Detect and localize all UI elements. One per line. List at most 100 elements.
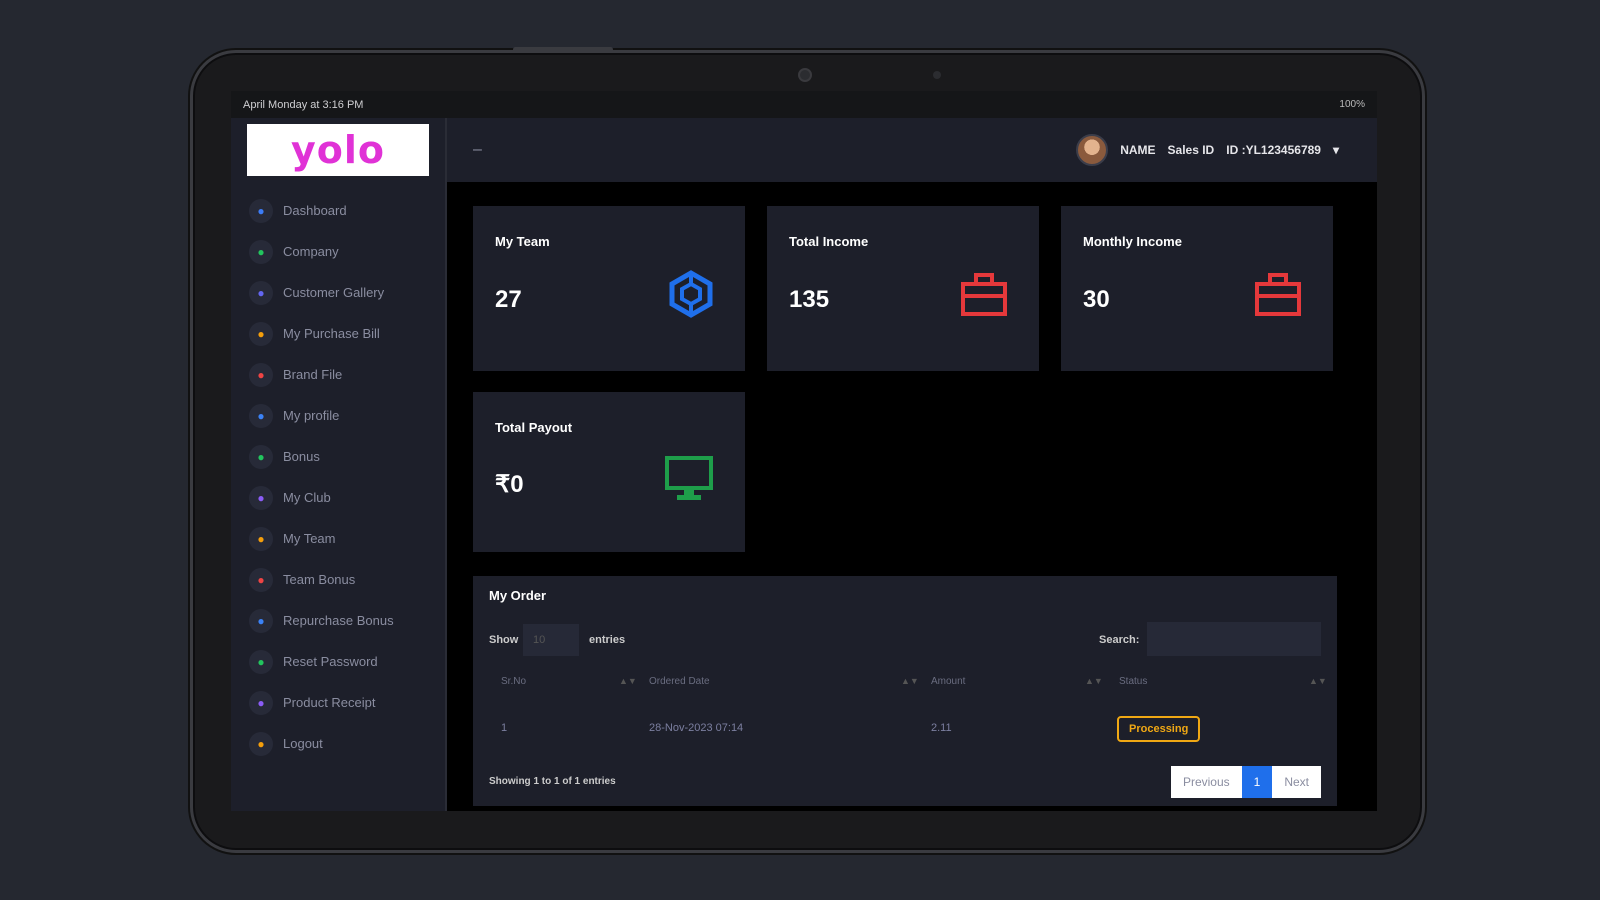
sidebar-item-my-purchase-bill[interactable]: ● My Purchase Bill — [231, 313, 445, 354]
main-content: – NAME Sales ID ID :YL123456789 ▾ My Tea… — [447, 118, 1377, 811]
sidebar-item-label: Dashboard — [283, 203, 347, 218]
user-id: ID :YL123456789 — [1226, 143, 1321, 157]
pagination: Previous 1 Next — [1170, 766, 1321, 798]
previous-button[interactable]: Previous — [1170, 766, 1242, 798]
column-header[interactable]: Amount — [931, 676, 965, 687]
sidebar-item-label: Bonus — [283, 449, 320, 464]
entries-label: entries — [589, 634, 626, 646]
bell-icon: ● — [249, 321, 273, 346]
sidebar-item-label: Team Bonus — [283, 572, 356, 587]
card-total-income[interactable]: Total Income 135 — [767, 206, 1039, 371]
battery-indicator: 100% — [1339, 99, 1365, 110]
briefcase-icon — [1253, 270, 1303, 323]
screen: April Monday at 3:16 PM 100% yolo ● Dashb… — [231, 91, 1377, 811]
sort-icon[interactable]: ▲▼ — [619, 676, 637, 686]
column-header[interactable]: Status — [1119, 676, 1147, 687]
sidebar-item-logout[interactable]: ● Logout — [231, 723, 445, 764]
card-my-team[interactable]: My Team 27 — [473, 206, 745, 371]
lock-icon: ● — [249, 649, 273, 674]
status-badge: Processing — [1117, 716, 1201, 742]
card-title: My Team — [495, 234, 550, 249]
sidebar-item-bonus[interactable]: ● Bonus — [231, 436, 445, 477]
user-menu[interactable]: NAME Sales ID ID :YL123456789 ▾ — [1076, 134, 1351, 166]
orders-panel: My Order Show 10 entries Search: Sr.No ▲… — [473, 576, 1337, 806]
cube-icon — [667, 270, 715, 323]
sidebar-item-label: My Purchase Bill — [283, 326, 380, 341]
team-icon: ● — [249, 526, 273, 551]
user-role: Sales ID — [1167, 143, 1215, 157]
sidebar-item-label: Product Receipt — [283, 695, 376, 710]
brand-logo[interactable]: yolo — [247, 124, 429, 176]
sidebar-item-team-bonus[interactable]: ● Team Bonus — [231, 559, 445, 600]
search-input[interactable] — [1147, 622, 1321, 656]
sidebar-item-dashboard[interactable]: ● Dashboard — [231, 190, 445, 231]
sidebar-item-my-club[interactable]: ● My Club — [231, 477, 445, 518]
bonus-icon: ● — [249, 567, 273, 592]
user-icon: ● — [249, 403, 273, 428]
sidebar-item-label: Company — [283, 244, 339, 259]
monitor-icon — [663, 454, 715, 507]
table-info: Showing 1 to 1 of 1 entries — [489, 776, 616, 787]
tree-icon: ● — [249, 239, 273, 264]
column-header[interactable]: Sr.No — [501, 676, 526, 687]
sidebar-item-label: Logout — [283, 736, 323, 751]
sidebar-item-brand-file[interactable]: ● Brand File — [231, 354, 445, 395]
next-button[interactable]: Next — [1272, 766, 1321, 798]
sort-icon[interactable]: ▲▼ — [901, 676, 919, 686]
cell-amount: 2.11 — [931, 722, 952, 734]
card-value: 30 — [1083, 286, 1110, 313]
column-header[interactable]: Ordered Date — [649, 676, 710, 687]
app-shell: yolo ● Dashboard ● Company ● Customer Gallery… — [231, 118, 1377, 811]
sort-icon[interactable]: ▲▼ — [1085, 676, 1103, 686]
card-total-payout[interactable]: Total Payout ₹0 — [473, 392, 745, 552]
chevron-down-icon[interactable]: ▾ — [1333, 143, 1339, 157]
tablet-frame: April Monday at 3:16 PM 100% yolo ● Dashb… — [190, 47, 1425, 853]
receipt-icon: ● — [249, 690, 273, 715]
x-icon: ● — [249, 198, 273, 223]
user-name: NAME — [1120, 143, 1156, 157]
sidebar-item-repurchase-bonus[interactable]: ● Repurchase Bonus — [231, 600, 445, 641]
status-time: April Monday at 3:16 PM — [243, 98, 364, 111]
sidebar-item-label: My Club — [283, 490, 331, 505]
club-icon: ● — [249, 485, 273, 510]
logout-icon: ● — [249, 731, 273, 756]
card-title: Total Payout — [495, 420, 573, 435]
show-label: Show — [489, 634, 519, 646]
file-icon: ● — [249, 362, 273, 387]
briefcase-icon — [959, 270, 1009, 323]
camera-icon — [798, 68, 812, 82]
power-button — [513, 47, 613, 52]
sidebar-nav: ● Dashboard ● Company ● Customer Gallery ● My P… — [231, 190, 445, 764]
sort-icon[interactable]: ▲▼ — [1309, 676, 1327, 686]
sidebar-item-company[interactable]: ● Company — [231, 231, 445, 272]
menu-toggle-icon[interactable]: – — [473, 141, 482, 159]
cell-date: 28-Nov-2023 07:14 — [649, 722, 744, 734]
card-value: ₹0 — [495, 471, 524, 498]
sidebar-item-label: My profile — [283, 408, 340, 423]
sidebar-item-product-receipt[interactable]: ● Product Receipt — [231, 682, 445, 723]
sensor-dot — [933, 71, 941, 79]
sidebar-item-customer-gallery[interactable]: ● Customer Gallery — [231, 272, 445, 313]
sidebar-item-label: Reset Password — [283, 654, 378, 669]
sidebar-item-label: My Team — [283, 531, 336, 546]
card-monthly-income[interactable]: Monthly Income 30 — [1061, 206, 1333, 371]
card-value: 27 — [495, 286, 522, 313]
sidebar-item-label: Brand File — [283, 367, 343, 382]
repurchase-icon: ● — [249, 608, 273, 633]
avatar[interactable] — [1076, 134, 1109, 166]
page-button[interactable]: 1 — [1241, 766, 1273, 798]
cell-sr: 1 — [501, 722, 508, 734]
card-title: Monthly Income — [1083, 234, 1182, 249]
sidebar-item-label: Customer Gallery — [283, 285, 385, 300]
gallery-icon: ● — [249, 280, 273, 305]
top-bar: – NAME Sales ID ID :YL123456789 ▾ — [447, 118, 1377, 182]
search-label: Search: — [1099, 634, 1140, 646]
sidebar-item-reset-password[interactable]: ● Reset Password — [231, 641, 445, 682]
sidebar-item-my-team[interactable]: ● My Team — [231, 518, 445, 559]
card-title: Total Income — [789, 234, 869, 249]
sidebar-item-label: Repurchase Bonus — [283, 613, 394, 628]
sidebar-item-my-profile[interactable]: ● My profile — [231, 395, 445, 436]
status-bar: April Monday at 3:16 PM 100% — [231, 91, 1377, 118]
card-value: 135 — [789, 286, 830, 313]
entries-select[interactable]: 10 — [523, 624, 579, 656]
